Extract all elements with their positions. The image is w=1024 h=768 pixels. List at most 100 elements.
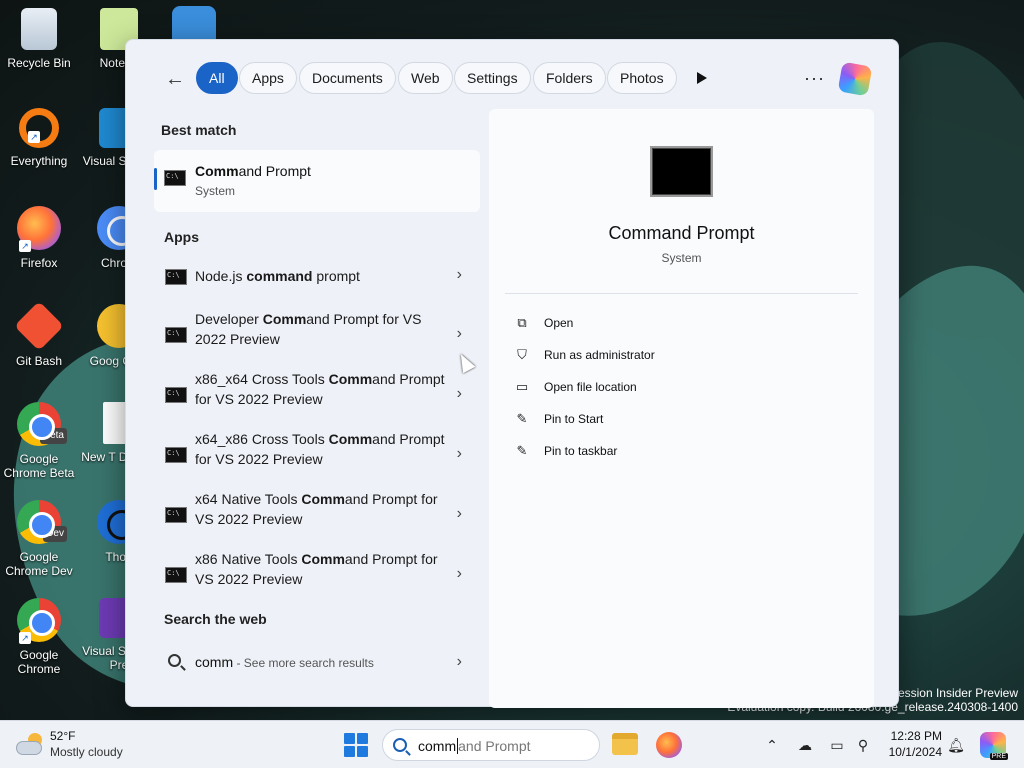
desktop-icon-chrome-beta[interactable]: Beta Google Chrome Beta	[0, 402, 78, 480]
taskbar-search-box[interactable]: comm and Prompt	[382, 729, 600, 761]
command-prompt-icon	[165, 567, 187, 583]
display-icon[interactable]: ▭	[827, 735, 847, 755]
firefox-icon: ↗	[17, 206, 61, 252]
action-pin-to-start[interactable]: ✎ Pin to Start	[515, 409, 815, 431]
action-open[interactable]: ⧉ Open	[515, 313, 815, 335]
divider	[505, 293, 858, 294]
best-match-subtitle: System	[195, 184, 236, 198]
app-result-label: x64 Native Tools Command Prompt for VS 2…	[195, 491, 438, 527]
best-match-heading: Best match	[161, 122, 237, 138]
best-match-item[interactable]: Command Prompt System	[154, 150, 480, 212]
filter-bar: ← All Apps Documents Web Settings Folder…	[126, 40, 898, 118]
results-list: Best match Command Prompt System Apps No…	[154, 118, 480, 698]
back-arrow-icon[interactable]: ←	[162, 64, 188, 94]
copilot-preview-icon[interactable]: PRE	[980, 732, 1008, 760]
desktop-icon-everything[interactable]: ↗ Everything	[0, 108, 78, 168]
shortcut-arrow-icon: ↗	[19, 240, 31, 252]
more-options-icon[interactable]: ···	[804, 64, 825, 92]
command-prompt-icon	[165, 269, 187, 285]
app-result-x64-x86-cross-tools[interactable]: x64_x86 Cross Tools Command Prompt for V…	[154, 427, 480, 483]
desktop-icon-git-bash[interactable]: Git Bash	[0, 301, 78, 368]
search-icon	[168, 654, 181, 667]
result-detail-pane: Command Prompt System ⧉ Open ⛉ Run as ad…	[489, 109, 874, 708]
app-result-label: Developer Command Prompt for VS 2022 Pre…	[195, 311, 422, 347]
search-web-heading: Search the web	[164, 611, 267, 627]
app-result-x86-native-tools[interactable]: x86 Native Tools Command Prompt for VS 2…	[154, 547, 480, 603]
chrome-beta-icon: Beta	[17, 402, 67, 446]
filter-folders[interactable]: Folders	[533, 62, 606, 94]
command-prompt-icon	[165, 447, 187, 463]
filter-all[interactable]: All	[196, 62, 238, 94]
detail-subtitle: System	[661, 251, 702, 265]
command-prompt-icon	[165, 327, 187, 343]
apps-heading: Apps	[164, 229, 199, 245]
chevron-right-icon[interactable]: ›	[457, 385, 462, 403]
desktop-icon-chrome-dev[interactable]: Dev Google Chrome Dev	[0, 500, 78, 578]
command-prompt-icon	[165, 507, 187, 523]
command-prompt-large-icon	[650, 146, 713, 197]
desktop-icon-firefox[interactable]: ↗ Firefox	[0, 206, 78, 270]
start-search-panel: ← All Apps Documents Web Settings Folder…	[125, 39, 899, 708]
detail-title: Command Prompt	[608, 223, 755, 243]
filter-photos[interactable]: Photos	[607, 62, 677, 94]
filter-settings[interactable]: Settings	[454, 62, 531, 94]
chevron-right-icon[interactable]: ›	[457, 505, 462, 523]
desktop-icon-recycle-bin[interactable]: Recycle Bin	[0, 8, 78, 70]
pin-icon: ✎	[516, 443, 528, 458]
play-icon[interactable]	[694, 70, 708, 86]
selection-indicator	[154, 168, 157, 190]
action-open-file-location[interactable]: ▭ Open file location	[515, 377, 815, 399]
shortcut-arrow-icon: ↗	[28, 131, 40, 143]
action-run-as-administrator[interactable]: ⛉ Run as administrator	[515, 345, 815, 367]
copilot-icon[interactable]	[837, 61, 873, 97]
beta-badge: Beta	[40, 428, 67, 444]
search-input[interactable]: comm and Prompt	[418, 738, 531, 754]
filter-documents[interactable]: Documents	[299, 62, 396, 94]
search-icon	[393, 738, 407, 752]
filter-web[interactable]: Web	[398, 62, 453, 94]
weather-condition[interactable]: Mostly cloudy	[50, 745, 123, 759]
recycle-bin-icon	[21, 8, 57, 50]
shield-icon: ⛉	[517, 347, 527, 362]
app-result-label: x86 Native Tools Command Prompt for VS 2…	[195, 551, 438, 587]
app-result-label: Node.js command prompt	[195, 268, 360, 284]
shortcut-arrow-icon: ↗	[19, 632, 31, 644]
file-explorer-icon[interactable]	[612, 733, 638, 755]
command-prompt-icon	[165, 387, 187, 403]
command-prompt-icon	[164, 170, 186, 186]
chevron-right-icon[interactable]: ›	[457, 653, 462, 671]
app-result-x64-native-tools[interactable]: x64 Native Tools Command Prompt for VS 2…	[154, 487, 480, 543]
web-search-query: comm - See more search results	[195, 654, 374, 670]
clock-time[interactable]: 12:28 PM	[886, 729, 942, 743]
app-result-developer-command-prompt[interactable]: Developer Command Prompt for VS 2022 Pre…	[154, 307, 480, 363]
app-result-label: x86_x64 Cross Tools Command Prompt for V…	[195, 371, 445, 407]
clock-date[interactable]: 10/1/2024	[886, 745, 942, 759]
filter-apps[interactable]: Apps	[239, 62, 297, 94]
chrome-icon: ↗	[17, 598, 61, 644]
web-search-result[interactable]: comm - See more search results ›	[154, 648, 480, 680]
app-result-nodejs-command-prompt[interactable]: Node.js command prompt ›	[154, 259, 480, 293]
chevron-right-icon[interactable]: ›	[457, 325, 462, 343]
dev-badge: Dev	[43, 526, 67, 542]
chevron-right-icon[interactable]: ›	[457, 565, 462, 583]
chrome-dev-icon: Dev	[17, 500, 67, 544]
network-volume-icon[interactable]: ⚲	[853, 735, 873, 755]
start-button[interactable]	[344, 733, 368, 757]
app-icon-partial[interactable]	[172, 6, 216, 40]
show-hidden-icons-chevron-icon[interactable]: ⌃	[762, 735, 782, 755]
chevron-right-icon[interactable]: ›	[457, 445, 462, 463]
weather-temperature[interactable]: 52°F	[50, 729, 75, 743]
taskbar: 52°F Mostly cloudy comm and Prompt ⌃ ☁ ▭ …	[0, 720, 1024, 768]
app-result-x86-x64-cross-tools[interactable]: x86_x64 Cross Tools Command Prompt for V…	[154, 367, 480, 423]
desktop-icon-chrome[interactable]: ↗ Google Chrome	[0, 598, 78, 676]
folder-icon: ▭	[515, 379, 529, 394]
action-pin-to-taskbar[interactable]: ✎ Pin to taskbar	[515, 441, 815, 463]
everything-search-icon: ↗	[19, 108, 59, 148]
app-result-label: x64_x86 Cross Tools Command Prompt for V…	[195, 431, 445, 467]
firefox-taskbar-icon[interactable]	[656, 732, 682, 758]
onedrive-offline-icon[interactable]: ☁	[795, 735, 815, 755]
weather-cloudy-icon[interactable]	[16, 733, 44, 755]
notification-bell-icon[interactable]: 🔔︎	[946, 735, 966, 755]
chevron-right-icon[interactable]: ›	[457, 266, 462, 284]
best-match-name: Command Prompt	[195, 163, 311, 179]
